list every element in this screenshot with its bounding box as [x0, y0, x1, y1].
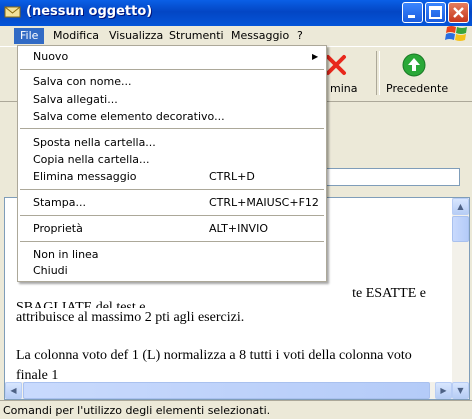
menu-item-elimina[interactable]: Elimina messaggio CTRL+D	[18, 168, 326, 185]
menu-item-salva-sfondo[interactable]: Salva come elemento decorativo...	[18, 108, 326, 125]
minimize-button[interactable]	[402, 2, 423, 23]
menu-item-shortcut: ALT+INVIO	[209, 222, 268, 235]
menu-item-label: Salva allegati...	[33, 93, 118, 106]
menu-item-label: Copia nella cartella...	[33, 153, 150, 166]
menu-separator	[20, 128, 324, 129]
menu-item-label: Proprietà	[33, 222, 83, 235]
menu-item-stampa[interactable]: Stampa... CTRL+MAIUSC+F12	[18, 194, 326, 211]
scroll-up-button[interactable]: ▲	[452, 198, 469, 215]
menu-item-copia[interactable]: Copia nella cartella...	[18, 151, 326, 168]
body-line-3: attribuisce al massimo 2 pti agli eserci…	[16, 310, 245, 325]
file-menu-dropdown: Nuovo ▶ Salva con nome... Salva allegati…	[17, 45, 327, 282]
menu-separator	[20, 215, 324, 216]
maximize-button[interactable]	[425, 2, 446, 23]
menu-item-label: Non in linea	[33, 248, 99, 261]
menu-item-shortcut: CTRL+MAIUSC+F12	[209, 196, 319, 209]
horizontal-scroll-thumb[interactable]	[23, 382, 430, 399]
menu-file[interactable]: File	[14, 28, 45, 44]
windows-logo-icon	[445, 26, 467, 41]
menu-messaggio[interactable]: Messaggio	[225, 28, 295, 44]
scroll-left-button[interactable]: ◀	[5, 382, 22, 399]
delete-button[interactable]: mina	[323, 51, 367, 99]
menu-separator	[20, 69, 324, 70]
menu-item-label: Stampa...	[33, 196, 86, 209]
menu-strumenti[interactable]: Strumenti	[163, 28, 230, 44]
menu-item-label: Salva come elemento decorativo...	[33, 110, 225, 123]
close-button[interactable]	[448, 2, 469, 23]
menu-separator	[20, 241, 324, 242]
submenu-arrow-icon: ▶	[312, 52, 319, 61]
vertical-scroll-thumb[interactable]	[452, 216, 469, 242]
menu-item-shortcut: CTRL+D	[209, 170, 255, 183]
menu-bar: File Modifica Visualizza Strumenti Messa…	[0, 26, 472, 46]
close-icon	[453, 7, 464, 18]
subject-field[interactable]	[326, 168, 460, 186]
menu-item-proprieta[interactable]: Proprietà ALT+INVIO	[18, 220, 326, 237]
previous-arrow-icon	[402, 53, 426, 77]
menu-item-non-in-linea[interactable]: Non in linea	[18, 246, 326, 263]
menu-item-salva-allegati[interactable]: Salva allegati...	[18, 91, 326, 108]
status-bar: Comandi per l'utilizzo degli elementi se…	[0, 400, 472, 419]
menu-modifica[interactable]: Modifica	[47, 28, 105, 44]
window-title: (nessun oggetto)	[26, 4, 153, 19]
status-text: Comandi per l'utilizzo degli elementi se…	[3, 404, 271, 417]
delete-button-label: mina	[330, 82, 358, 95]
menu-item-label: Chiudi	[33, 264, 68, 277]
menu-item-chiudi[interactable]: Chiudi	[18, 262, 326, 279]
menu-item-label: Salva con nome...	[33, 75, 132, 88]
app-mail-icon	[4, 6, 21, 18]
menu-visualizza[interactable]: Visualizza	[103, 28, 169, 44]
menu-item-label: Sposta nella cartella...	[33, 136, 156, 149]
body-blank	[16, 328, 426, 346]
horizontal-scrollbar[interactable]: ◀ ▶	[5, 382, 452, 399]
scroll-right-button[interactable]: ▶	[435, 382, 452, 399]
menu-item-sposta[interactable]: Sposta nella cartella...	[18, 134, 326, 151]
scroll-down-button[interactable]: ▼	[452, 382, 469, 399]
title-bar[interactable]: (nessun oggetto)	[0, 0, 472, 26]
vertical-scrollbar[interactable]: ▲ ▼	[452, 198, 469, 399]
message-text: te ESATTE e SBAGLIATE del test e attribu…	[16, 284, 426, 386]
menu-item-label: Nuovo	[33, 50, 69, 63]
maximize-icon	[429, 6, 442, 19]
menu-separator	[20, 189, 324, 190]
minimize-icon	[408, 15, 415, 18]
body-line-4: La colonna voto def 1 (L) normalizza a 8…	[16, 348, 412, 363]
menu-help[interactable]: ?	[291, 28, 309, 44]
menu-item-nuovo[interactable]: Nuovo ▶	[18, 48, 326, 65]
menu-item-salva-con-nome[interactable]: Salva con nome...	[18, 73, 326, 90]
delete-x-icon	[326, 55, 346, 75]
previous-button-label: Precedente	[386, 82, 449, 95]
menu-item-label: Elimina messaggio	[33, 170, 137, 183]
previous-button[interactable]: Precedente	[380, 51, 448, 99]
